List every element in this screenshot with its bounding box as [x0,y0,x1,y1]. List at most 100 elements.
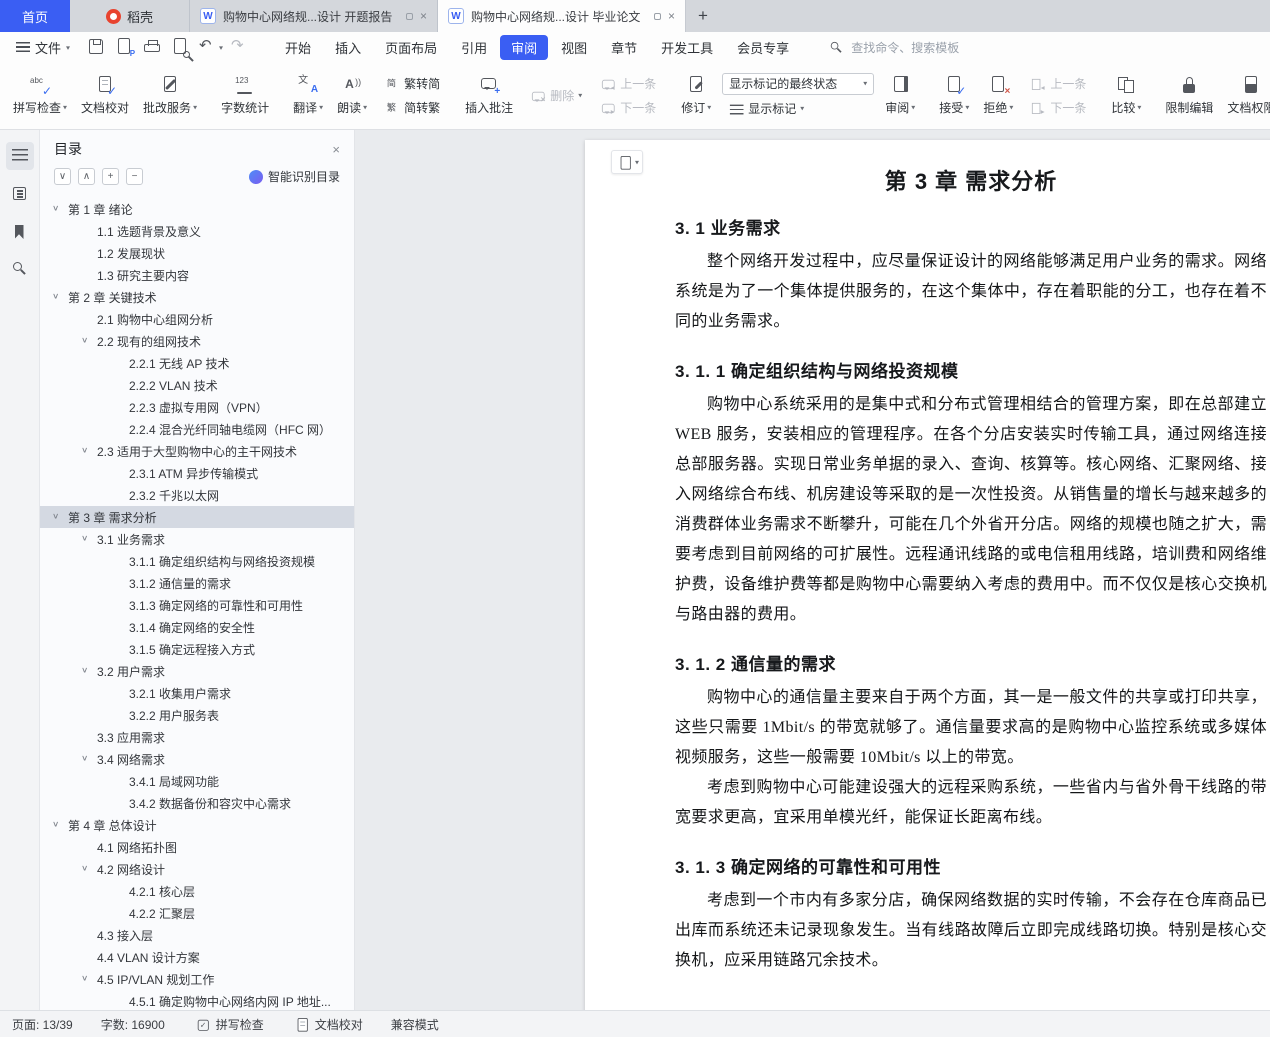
toc-collapse-item-icon[interactable]: − [126,168,143,185]
trad-to-simp-button[interactable]: 简繁转简 [378,73,444,94]
toc-item[interactable]: 3.1.1 确定组织结构与网络投资规模 [40,550,354,572]
docer-tab[interactable]: 稻壳 [70,0,190,32]
toc-item[interactable]: 1.2 发展现状 [40,242,354,264]
toc-item[interactable]: 2.3.2 千兆以太网 [40,484,354,506]
toc-item[interactable]: 4.2.2 汇聚层 [40,902,354,924]
close-icon[interactable]: × [668,9,675,23]
word-count-button[interactable]: 123 字数统计 [214,65,276,126]
outline-pane-button[interactable] [5,142,34,170]
undo-button[interactable]: ↶ ▾ [194,35,226,59]
toc-item[interactable]: 2.2.4 混合光纤同轴电缆网（HFC 网） [40,418,354,440]
toc-item[interactable]: 3.1.4 确定网络的安全性 [40,616,354,638]
print-preview-button[interactable] [166,35,194,59]
toc-item[interactable]: 2.1 购物中心组网分析 [40,308,354,330]
toc-item[interactable]: ∨ 2.3 适用于大型购物中心的主干网技术 [40,440,354,462]
find-pane-button[interactable] [6,256,34,284]
markup-state-select[interactable]: 显示标记的最终状态 ▾ [722,72,875,95]
save-button[interactable] [82,35,110,59]
chevron-down-icon[interactable]: ∨ [81,336,88,345]
document-tab[interactable]: 购物中心网络规...设计 开题报告 × [190,0,438,32]
simp-to-trad-button[interactable]: 繁简转繁 [378,97,444,118]
toc-item[interactable]: ∨ 第 3 章 需求分析 [40,506,354,528]
read-aloud-button[interactable]: A)) 朗读 ▾ [330,65,374,126]
ribbon-tab[interactable]: 视图 [550,35,598,60]
close-icon[interactable]: × [332,142,340,157]
doc-proofread-status[interactable]: 文档校对 [292,1016,363,1033]
chevron-down-icon[interactable]: ∨ [81,446,88,455]
toc-item[interactable]: ∨ 3.2 用户需求 [40,660,354,682]
toc-item[interactable]: 1.3 研究主要内容 [40,264,354,286]
toc-expand-item-icon[interactable]: + [102,168,119,185]
page-settings-button[interactable]: ▾ [611,150,643,174]
chevron-down-icon[interactable]: ∨ [52,204,59,213]
smart-toc-toggle[interactable]: 智能识别目录 [248,168,340,185]
print-button[interactable] [138,35,166,59]
chevron-down-icon[interactable]: ∨ [81,864,88,873]
ribbon-tab[interactable]: 页面布局 [374,35,448,60]
bookmark-pane-button[interactable] [6,218,34,246]
doc-proofread-button[interactable]: ✓ 文档校对 [74,65,136,126]
toc-collapse-all-icon[interactable]: ∧ [78,168,95,185]
toc-item[interactable]: 4.1 网络拓扑图 [40,836,354,858]
command-search[interactable]: 查找命令、搜索模板 [826,39,959,56]
chapters-pane-button[interactable] [6,180,34,208]
toc-item[interactable]: 4.2.1 核心层 [40,880,354,902]
toc-item[interactable]: 3.1.2 通信量的需求 [40,572,354,594]
toc-item[interactable]: ∨ 4.2 网络设计 [40,858,354,880]
toc-item[interactable]: 4.4 VLAN 设计方案 [40,946,354,968]
document-tab-active[interactable]: 购物中心网络规...设计 毕业论文 × [438,0,686,32]
reject-button[interactable]: × 拒绝 ▾ [976,65,1020,126]
document-area[interactable]: 第 3 章 需求分析 3. 1 业务需求 整个网络开发过程中，应尽量保证设计的网络… [355,130,1270,1010]
chevron-down-icon[interactable]: ∨ [52,512,59,521]
chevron-down-icon[interactable]: ∨ [52,820,59,829]
ribbon-tab[interactable]: 会员专享 [726,35,800,60]
toc-item[interactable]: 3.1.3 确定网络的可靠性和可用性 [40,594,354,616]
chevron-down-icon[interactable]: ∨ [81,754,88,763]
accept-button[interactable]: ✓ 接受 ▾ [932,65,976,126]
ribbon-tab[interactable]: 章节 [600,35,648,60]
toc-item[interactable]: 2.2.1 无线 AP 技术 [40,352,354,374]
toc-item[interactable]: 3.3 应用需求 [40,726,354,748]
toc-item[interactable]: ∨ 2.2 现有的组网技术 [40,330,354,352]
grading-service-button[interactable]: 批改服务 ▾ [136,65,204,126]
toc-item[interactable]: ∨ 第 4 章 总体设计 [40,814,354,836]
chevron-down-icon[interactable]: ∨ [81,534,88,543]
chevron-down-icon[interactable]: ∨ [81,666,88,675]
home-tab[interactable]: 首页 [0,0,70,32]
toc-item[interactable]: 1.1 选题背景及意义 [40,220,354,242]
ribbon-tab[interactable]: 开发工具 [650,35,724,60]
toc-item[interactable]: 3.4.2 数据备份和容灾中心需求 [40,792,354,814]
document-page[interactable]: 第 3 章 需求分析 3. 1 业务需求 整个网络开发过程中，应尽量保证设计的网络… [585,140,1270,1010]
file-menu-button[interactable]: 文件 ▾ [10,38,76,57]
toc-item[interactable]: ∨ 第 2 章 关键技术 [40,286,354,308]
toc-expand-all-icon[interactable]: ∨ [54,168,71,185]
chevron-down-icon[interactable]: ∨ [52,292,59,301]
close-icon[interactable]: × [420,9,427,23]
ribbon-tab[interactable]: 开始 [274,35,322,60]
chevron-down-icon[interactable]: ∨ [81,974,88,983]
ribbon-tab[interactable]: 审阅 [500,34,549,60]
ribbon-tab[interactable]: 插入 [324,35,372,60]
toc-item[interactable]: ∨ 3.4 网络需求 [40,748,354,770]
doc-permission-button[interactable]: 文档权限 [1220,65,1270,126]
toc-item[interactable]: 3.4.1 局域网功能 [40,770,354,792]
restrict-edit-button[interactable]: 限制编辑 [1158,65,1220,126]
toc-item[interactable]: 3.1.5 确定远程接入方式 [40,638,354,660]
toc-item[interactable]: ∨ 4.5 IP/VLAN 规划工作 [40,968,354,990]
toc-item[interactable]: 3.2.1 收集用户需求 [40,682,354,704]
toc-item[interactable]: 2.2.2 VLAN 技术 [40,374,354,396]
toc-item[interactable]: 4.3 接入层 [40,924,354,946]
word-count-indicator[interactable]: 字数: 16900 [101,1016,165,1033]
reviewer-button[interactable]: 审阅 ▾ [878,65,922,126]
toc-item[interactable]: 3.2.2 用户服务表 [40,704,354,726]
translate-button[interactable]: 文 A 翻译 ▾ [286,65,330,126]
show-markup-button[interactable]: 显示标记 ▾ [722,98,874,119]
insert-comment-button[interactable]: + 插入批注 [458,65,520,126]
compare-button[interactable]: 比较 ▾ [1104,65,1148,126]
new-tab-button[interactable] [686,0,720,32]
toc-item[interactable]: ∨ 3.1 业务需求 [40,528,354,550]
compat-mode-indicator[interactable]: 兼容模式 [391,1016,439,1033]
spell-check-status[interactable]: 拼写检查 [193,1016,264,1033]
ribbon-tab[interactable]: 引用 [450,35,498,60]
export-button[interactable]: P [110,35,138,59]
